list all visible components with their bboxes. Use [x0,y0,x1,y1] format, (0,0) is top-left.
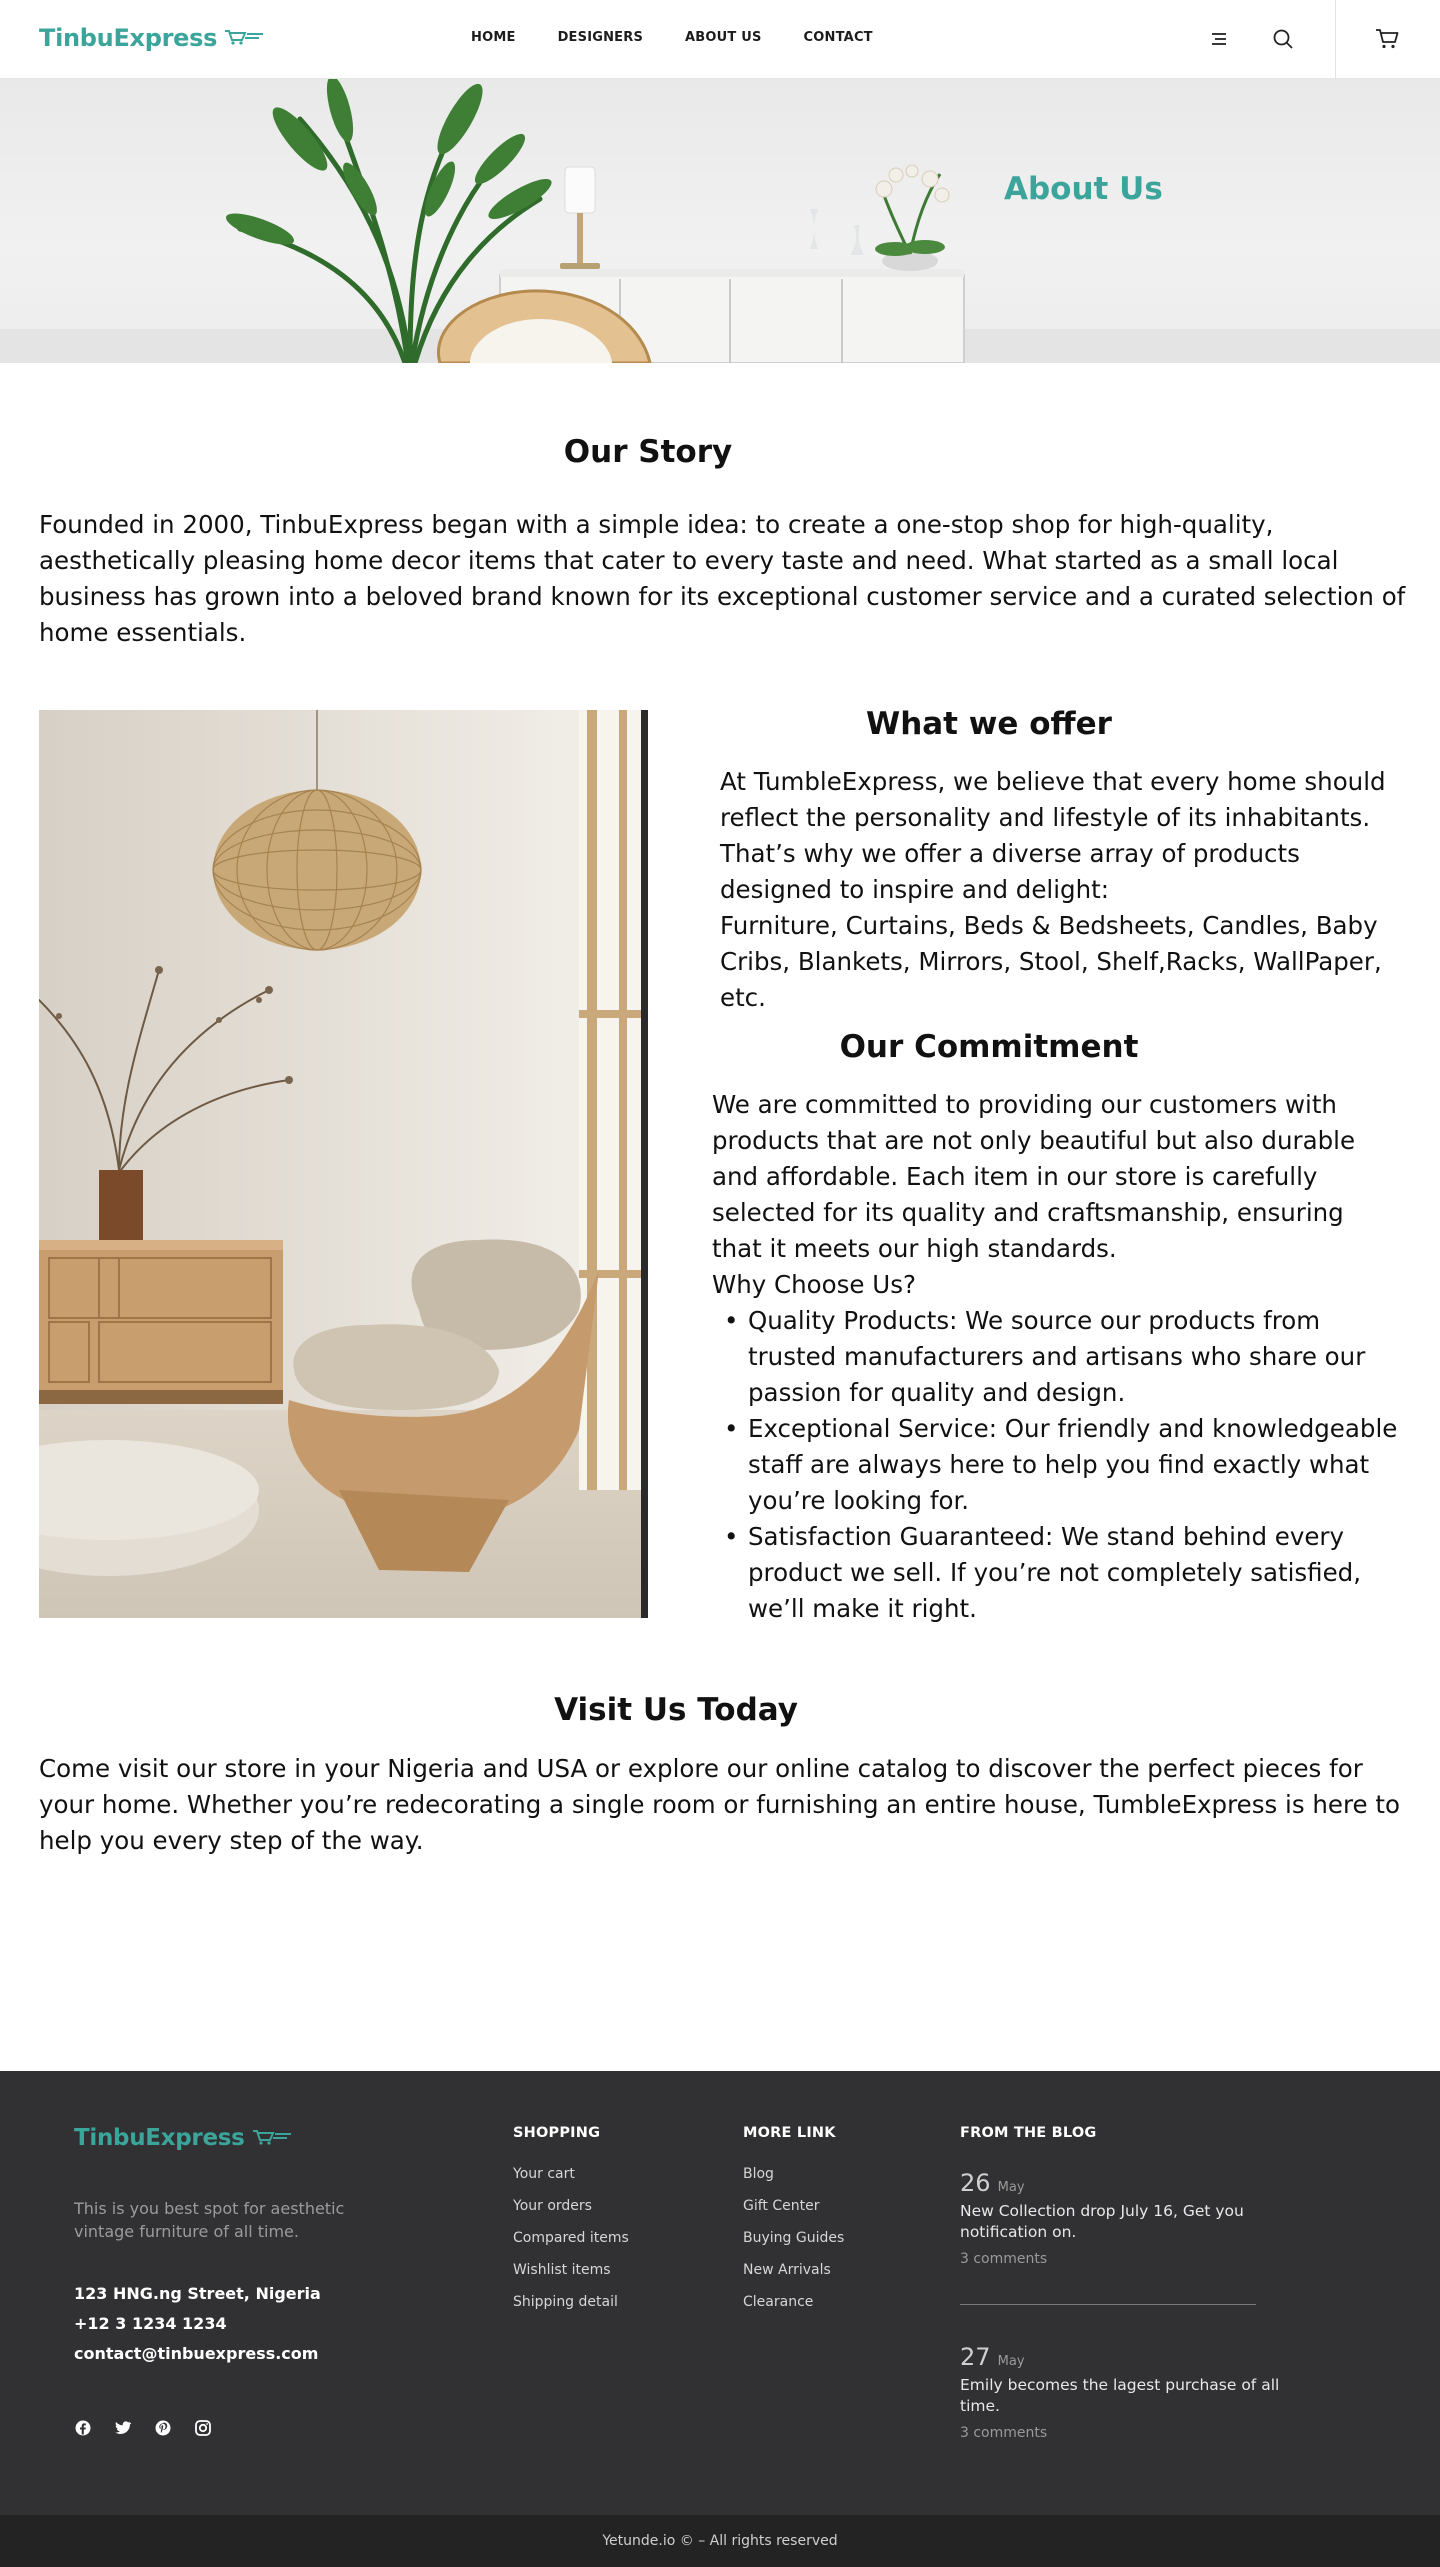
blog-comments[interactable]: 3 comments [960,2251,1280,2267]
list-item: Quality Products: We source our products… [724,1303,1408,1411]
shopping-cart-speed-icon [223,26,265,51]
blog-month: May [997,2180,1025,2195]
facebook-icon[interactable] [74,2419,92,2437]
copyright-text: Yetunde.io © – All rights reserved [602,2533,838,2549]
blog-divider [960,2304,1256,2305]
blog-day: 27 [960,2343,991,2371]
blog-date: 26 May [960,2169,1280,2197]
blog-date: 27 May [960,2343,1280,2371]
commitment-text: We are committed to providing our custom… [712,1090,1356,1263]
hero-banner: About Us [0,79,1440,363]
footer-link-blog[interactable]: Blog [743,2165,844,2183]
site-footer: TinbuExpress This is you best spot for a… [0,2071,1440,2515]
social-links [74,2419,212,2437]
footer-link-clearance[interactable]: Clearance [743,2293,844,2311]
nav-contact[interactable]: CONTACT [804,30,873,45]
main-nav: HOME DESIGNERS ABOUT US CONTACT [471,30,873,45]
footer-shopping-title: SHOPPING [513,2125,601,2141]
instagram-icon[interactable] [194,2419,212,2437]
footer-more-title: MORE LINK [743,2125,836,2141]
footer-link-wishlist-items[interactable]: Wishlist items [513,2261,629,2279]
list-item: Satisfaction Guaranteed: We stand behind… [724,1519,1408,1627]
blog-post-title[interactable]: Emily becomes the lagest purchase of all… [960,2375,1280,2417]
offer-text: At TumbleExpress, we believe that every … [720,767,1386,904]
footer-more-column: MORE LINK Blog Gift Center Buying Guides… [743,2125,844,2325]
nav-designers[interactable]: DESIGNERS [558,30,643,45]
footer-logo[interactable]: TinbuExpress [74,2125,293,2151]
footer-tagline: This is you best spot for aesthetic vint… [74,2199,345,2241]
footer-link-new-arrivals[interactable]: New Arrivals [743,2261,844,2279]
blog-post[interactable]: 27 May Emily becomes the lagest purchase… [960,2343,1280,2441]
blog-day: 26 [960,2169,991,2197]
shopping-cart-speed-icon [251,2126,293,2151]
story-title: Our Story [563,434,733,470]
footer-shopping-column: SHOPPING Your cart Your orders Compared … [513,2125,629,2325]
brand-name: TinbuExpress [39,24,218,52]
footer-link-shipping-detail[interactable]: Shipping detail [513,2293,629,2311]
footer-blog-title: FROM THE BLOG [960,2125,1097,2141]
story-text: Founded in 2000, TinbuExpress began with… [39,510,1406,647]
footer-link-gift-center[interactable]: Gift Center [743,2197,844,2215]
blog-month: May [997,2354,1025,2369]
pinterest-icon[interactable] [154,2419,172,2437]
header-divider [1335,0,1336,79]
footer-blog-column: FROM THE BLOG [960,2125,1096,2165]
visit-text: Come visit our store in your Nigeria and… [39,1754,1400,1855]
brand-name: TinbuExpress [74,2125,245,2151]
cart-icon[interactable] [1374,26,1400,52]
offer-items-text: Furniture, Curtains, Beds & Bedsheets, C… [720,911,1382,1012]
twitter-icon[interactable] [114,2419,132,2437]
hero-title: About Us [1004,171,1163,207]
brand-logo[interactable]: TinbuExpress [39,24,265,52]
footer-email[interactable]: contact@tinbuexpress.com [74,2339,321,2369]
offer-title: What we offer [866,706,1112,742]
footer-contact: 123 HNG.ng Street, Nigeria +12 3 1234 12… [74,2279,321,2369]
footer-link-compared-items[interactable]: Compared items [513,2229,629,2247]
footer-phone[interactable]: +12 3 1234 1234 [74,2309,321,2339]
footer-link-your-cart[interactable]: Your cart [513,2165,629,2183]
footer-link-buying-guides[interactable]: Buying Guides [743,2229,844,2247]
nav-about-us[interactable]: ABOUT US [685,30,762,45]
footer-address: 123 HNG.ng Street, Nigeria [74,2284,321,2303]
list-item: Exceptional Service: Our friendly and kn… [724,1411,1408,1519]
why-choose-us-heading: Why Choose Us? [712,1270,916,1299]
blog-comments[interactable]: 3 comments [960,2425,1280,2441]
menu-icon[interactable] [1206,26,1232,52]
hero-interior-image [0,79,1440,363]
search-icon[interactable] [1270,26,1296,52]
blog-post[interactable]: 26 May New Collection drop July 16, Get … [960,2169,1280,2267]
nav-home[interactable]: HOME [471,30,516,45]
living-room-image [39,710,648,1618]
site-header: TinbuExpress HOME DESIGNERS ABOUT US CON… [0,0,1440,79]
reasons-list: Quality Products: We source our products… [724,1303,1408,1627]
visit-title: Visit Us Today [554,1692,798,1728]
commitment-title: Our Commitment [839,1029,1139,1065]
blog-post-title[interactable]: New Collection drop July 16, Get you not… [960,2201,1280,2243]
copyright-bar: Yetunde.io © – All rights reserved [0,2515,1440,2567]
footer-link-your-orders[interactable]: Your orders [513,2197,629,2215]
